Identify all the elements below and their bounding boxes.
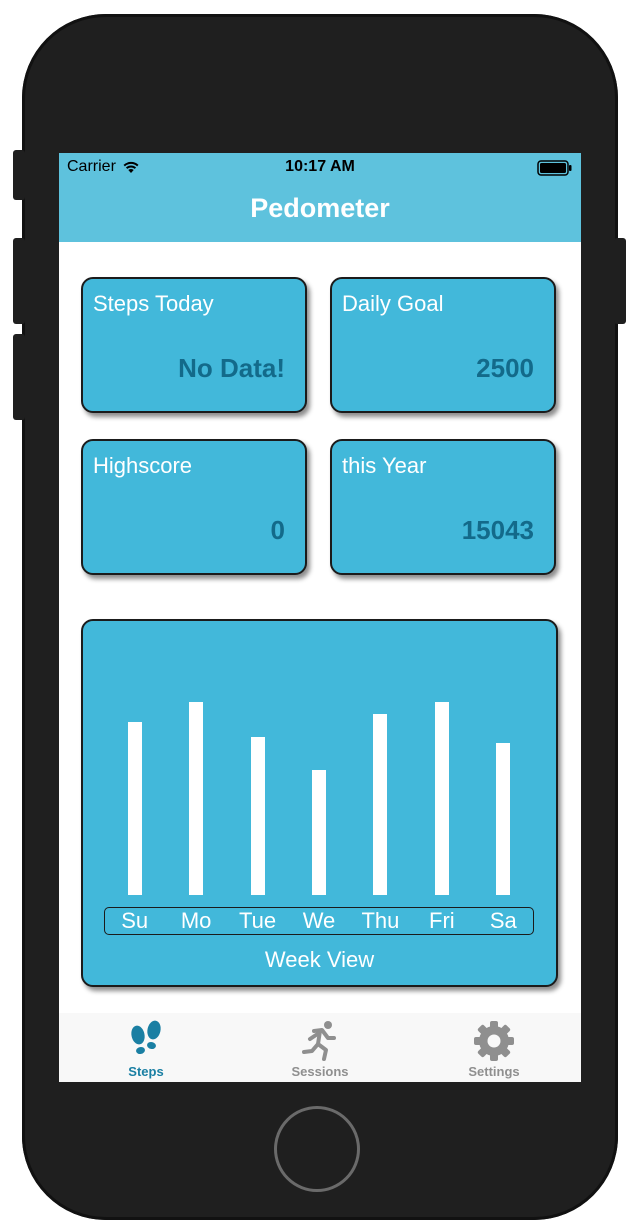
mute-switch <box>13 150 25 200</box>
footprints-icon <box>59 1019 233 1061</box>
tab-steps-label: Steps <box>128 1064 164 1079</box>
tab-settings-label: Settings <box>468 1064 520 1079</box>
gear-icon <box>407 1019 581 1063</box>
day-label-mo[interactable]: Mo <box>171 907 221 935</box>
steps-today-label: Steps Today <box>93 291 214 316</box>
day-label-we[interactable]: We <box>294 907 344 935</box>
tab-steps[interactable]: Steps <box>59 1013 233 1082</box>
steps-today-card: Steps Today No Data! <box>81 277 307 413</box>
day-label-fri[interactable]: Fri <box>417 907 467 935</box>
tab-sessions[interactable]: Sessions <box>233 1013 407 1082</box>
highscore-card: Highscore 0 <box>81 439 307 575</box>
power-button <box>614 238 626 324</box>
week-bar-sa <box>496 743 511 895</box>
volume-down-button <box>13 334 25 420</box>
week-view-title: Week View <box>264 947 375 972</box>
day-label-sa[interactable]: Sa <box>478 907 528 935</box>
navigation-bar: Carrier 10:17 AM Pedometer <box>59 153 581 242</box>
highscore-value: 0 <box>270 515 285 545</box>
this-year-card: this Year 15043 <box>330 439 556 575</box>
battery-icon <box>537 160 573 181</box>
running-person-icon <box>233 1019 407 1063</box>
week-bar-tue <box>250 737 265 895</box>
week-bar-thu <box>373 714 388 895</box>
daily-goal-value: 2500 <box>476 353 534 383</box>
this-year-value: 15043 <box>461 515 534 545</box>
home-button[interactable] <box>274 1106 360 1192</box>
status-time: 10:17 AM <box>285 158 355 175</box>
tab-settings[interactable]: Settings <box>407 1013 581 1082</box>
daily-goal-card: Daily Goal 2500 <box>330 277 556 413</box>
week-bar-su <box>127 722 142 895</box>
week-bar-we <box>312 770 326 895</box>
tab-bar: Steps Sessions Settings <box>59 1013 581 1082</box>
this-year-label: this Year <box>342 453 427 478</box>
daily-goal-label: Daily Goal <box>342 291 444 316</box>
day-label-thu[interactable]: Thu <box>355 907 405 935</box>
tab-sessions-label: Sessions <box>291 1064 349 1079</box>
week-view-card: Su Mo Tue We Thu Fri Sa Week View <box>81 619 558 987</box>
day-label-tue[interactable]: Tue <box>233 907 283 935</box>
steps-today-value: No Data! <box>178 353 285 383</box>
app-screen: Carrier 10:17 AM Pedometer Steps Today N… <box>59 153 581 1082</box>
volume-up-button <box>13 238 25 324</box>
day-label-su[interactable]: Su <box>110 907 160 935</box>
week-bar-fri <box>434 702 449 895</box>
page-title: Pedometer <box>250 193 390 223</box>
week-bar-mo <box>189 702 204 895</box>
highscore-label: Highscore <box>93 453 193 478</box>
